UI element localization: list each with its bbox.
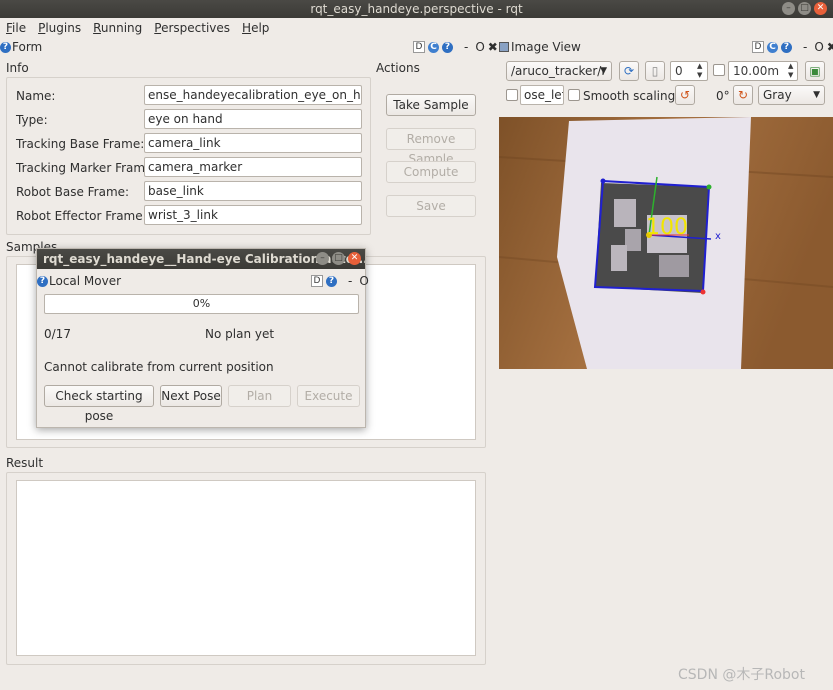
- result-text-area[interactable]: [16, 480, 476, 656]
- watermark-text: CSDN @木子Robot: [678, 667, 805, 683]
- tracking-marker-frame-label: Tracking Marker Frame:: [16, 161, 157, 175]
- axis-x-mark: x: [715, 231, 721, 242]
- help-icon[interactable]: ?: [781, 41, 792, 53]
- minimize-window-button[interactable]: –: [782, 2, 795, 15]
- help-icon[interactable]: ?: [326, 275, 337, 287]
- close-window-button[interactable]: ✕: [814, 2, 827, 15]
- rotate-left-icon[interactable]: ↺: [675, 85, 695, 105]
- camera-image[interactable]: 100 x: [499, 117, 833, 369]
- topic-value: /aruco_tracker/r: [511, 64, 607, 78]
- robot-effector-frame-field[interactable]: wrist_3_link: [144, 205, 362, 225]
- reload-icon[interactable]: C: [428, 41, 439, 53]
- help-icon[interactable]: ?: [0, 41, 11, 53]
- next-pose-button[interactable]: Next Pose: [160, 385, 222, 407]
- tracking-base-frame-label: Tracking Base Frame:: [16, 137, 145, 151]
- window-title: rqt_easy_handeye.perspective - rqt: [310, 2, 523, 16]
- menu-perspectives[interactable]: Perspectives: [148, 18, 236, 38]
- minimize-dock-button[interactable]: -: [464, 40, 468, 54]
- robot-base-frame-field[interactable]: base_link: [144, 181, 362, 201]
- dock-d-button[interactable]: D: [413, 41, 425, 53]
- take-sample-button[interactable]: Take Sample: [386, 94, 476, 116]
- window-controls: – □ ✕: [782, 2, 827, 15]
- menu-plugins[interactable]: Plugins: [32, 18, 87, 38]
- calibration-message: Cannot calibrate from current position: [44, 360, 274, 374]
- reload-icon[interactable]: C: [767, 41, 778, 53]
- maximize-window-button[interactable]: □: [798, 2, 811, 15]
- menu-help[interactable]: Help: [236, 18, 275, 38]
- execute-button[interactable]: Execute: [297, 385, 360, 407]
- compute-button[interactable]: Compute: [386, 161, 476, 183]
- remove-sample-button[interactable]: Remove Sample: [386, 128, 476, 166]
- image-dock-title-bar: Image View: [499, 39, 581, 55]
- local-mover-title: Local Mover: [49, 274, 122, 288]
- actions-label: Actions: [376, 61, 420, 75]
- tracking-marker-frame-field[interactable]: camera_marker: [144, 157, 362, 177]
- min-value: 0: [675, 64, 683, 78]
- progress-bar: 0%: [44, 294, 359, 314]
- dock-d-button[interactable]: D: [752, 41, 764, 53]
- menu-running[interactable]: Running: [87, 18, 148, 38]
- close-dock-button[interactable]: ✖: [488, 40, 498, 54]
- dock-d-button[interactable]: D: [311, 275, 323, 287]
- smooth-scaling-checkbox[interactable]: [568, 89, 580, 101]
- dialog-window-controls: – □ ✕: [316, 252, 361, 265]
- image-dock-title: Image View: [511, 40, 581, 54]
- mouse-topic-field[interactable]: ose_left: [520, 85, 564, 105]
- menu-bar: File Plugins Running Perspectives Help: [0, 18, 833, 38]
- rotate-right-icon[interactable]: ↻: [733, 85, 753, 105]
- robot-effector-frame-label: Robot Effector Frame:: [16, 209, 147, 223]
- image-dock-controls: D C ? - O ✖: [752, 40, 833, 54]
- smooth-scaling-label: Smooth scaling: [583, 89, 676, 103]
- spin-arrows-icon[interactable]: ▲ ▼: [697, 62, 702, 80]
- info-label: Info: [6, 61, 29, 75]
- float-dock-button[interactable]: O: [475, 40, 484, 54]
- robot-base-frame-label: Robot Base Frame:: [16, 185, 130, 199]
- camera-frame-graphic: [499, 117, 833, 369]
- type-label: Type:: [16, 113, 48, 127]
- topic-dropdown[interactable]: /aruco_tracker/r ▼: [506, 61, 612, 81]
- publish-mouse-checkbox[interactable]: [506, 89, 518, 101]
- chevron-down-icon: ▼: [813, 90, 820, 100]
- max-range-value: 10.00m: [733, 64, 780, 78]
- color-scheme-value: Gray: [763, 88, 792, 102]
- menu-file[interactable]: File: [0, 18, 32, 38]
- progress-text: 0%: [192, 297, 211, 310]
- name-label: Name:: [16, 89, 56, 103]
- result-label: Result: [6, 456, 44, 470]
- marker-id-label: 100: [646, 215, 688, 240]
- float-dock-button[interactable]: O: [814, 40, 823, 54]
- refresh-topics-icon[interactable]: ⟳: [619, 61, 639, 81]
- maximize-dialog-button[interactable]: □: [332, 252, 345, 265]
- save-button[interactable]: Save: [386, 195, 476, 217]
- plan-button[interactable]: Plan: [228, 385, 291, 407]
- color-scheme-dropdown[interactable]: Gray ▼: [758, 85, 825, 105]
- local-mover-controls: D ? - O: [311, 274, 369, 288]
- hand-eye-dialog: rqt_easy_handeye__Hand-eye Calibration a…: [36, 248, 369, 428]
- pose-counter: 0/17: [44, 327, 71, 341]
- rotation-label: 0°: [716, 89, 730, 103]
- tracking-base-frame-field[interactable]: camera_link: [144, 133, 362, 153]
- window-title-bar: rqt_easy_handeye.perspective - rqt: [0, 0, 833, 18]
- form-dock-title: Form: [12, 40, 43, 54]
- chevron-down-icon: ▼: [600, 66, 607, 76]
- zoom-fit-icon[interactable]: ▯: [645, 61, 665, 81]
- help-icon[interactable]: ?: [442, 41, 453, 53]
- close-dock-button[interactable]: ✖: [827, 40, 833, 54]
- help-icon[interactable]: ?: [37, 275, 48, 287]
- minimize-dock-button[interactable]: -: [803, 40, 807, 54]
- minimize-dialog-button[interactable]: –: [316, 252, 329, 265]
- close-dialog-button[interactable]: ✕: [348, 252, 361, 265]
- name-field[interactable]: ense_handeyecalibration_eye_on_hand/: [144, 85, 362, 105]
- check-starting-pose-button[interactable]: Check starting pose: [44, 385, 154, 423]
- minimize-dock-button[interactable]: -: [348, 274, 352, 288]
- spin-arrows-icon[interactable]: ▲ ▼: [788, 62, 793, 80]
- save-image-icon[interactable]: ▣: [805, 61, 825, 81]
- plan-status: No plan yet: [205, 327, 275, 341]
- image-view-icon: [499, 42, 509, 52]
- float-dock-button[interactable]: O: [359, 274, 368, 288]
- type-field[interactable]: eye on hand: [144, 109, 362, 129]
- form-dock-controls: D C ? - O ✖: [413, 40, 498, 54]
- dynamic-range-checkbox[interactable]: [713, 64, 725, 76]
